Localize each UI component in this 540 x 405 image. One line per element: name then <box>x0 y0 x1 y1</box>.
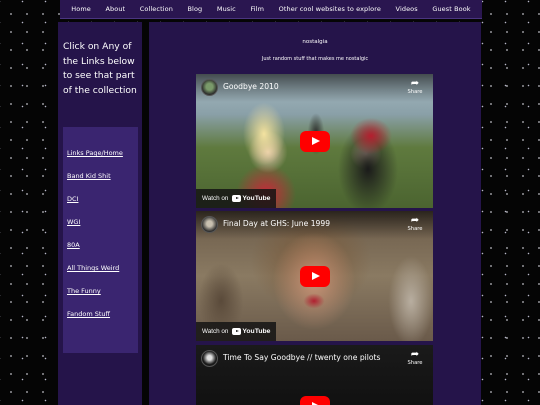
video-embed-1[interactable]: Goodbye 2010 ➦ Share Watch on YouTube <box>196 74 433 208</box>
nav-videos[interactable]: Videos <box>396 5 418 13</box>
top-nav: Home About Collection Blog Music Film Ot… <box>60 0 482 19</box>
nav-guest-book[interactable]: Guest Book <box>432 5 470 13</box>
video-embed-3[interactable]: Time To Say Goodbye // twenty one pilots… <box>196 345 433 405</box>
sidebar-link-weird[interactable]: All Things Weird <box>67 264 119 272</box>
sidebar-link-box: Links Page/Home Band Kid Shit DCI WGI 80… <box>63 127 138 353</box>
youtube-logo-icon: YouTube <box>232 195 270 202</box>
sidebar: Click on Any of the Links below to see t… <box>58 22 142 405</box>
sidebar-link-fandom[interactable]: Fandom Stuff <box>67 310 110 318</box>
channel-avatar-1[interactable] <box>201 79 218 96</box>
sidebar-link-dci[interactable]: DCI <box>67 195 78 203</box>
sidebar-link-funny[interactable]: The Funny <box>67 287 101 295</box>
sidebar-intro-text: Click on Any of the Links below to see t… <box>63 41 137 96</box>
nav-collection[interactable]: Collection <box>140 5 173 13</box>
nav-other-websites[interactable]: Other cool websites to explore <box>279 5 381 13</box>
sidebar-link-band-kid[interactable]: Band Kid Shit <box>67 172 111 180</box>
share-icon: ➦ <box>410 215 420 226</box>
watch-on-youtube-1[interactable]: Watch on YouTube <box>196 189 277 208</box>
share-label-2: Share <box>407 226 423 232</box>
nav-music[interactable]: Music <box>217 5 236 13</box>
nav-about[interactable]: About <box>105 5 125 13</box>
nav-home[interactable]: Home <box>71 5 91 13</box>
video-embed-2[interactable]: Final Day at GHS: June 1999 ➦ Share Watc… <box>196 211 433 341</box>
page-subtitle: Just random stuff that makes me nostalgi… <box>261 56 369 62</box>
share-button-1[interactable]: ➦ Share <box>406 78 424 96</box>
channel-avatar-2[interactable] <box>201 216 218 233</box>
share-label-1: Share <box>407 89 423 95</box>
sidebar-link-home[interactable]: Links Page/Home <box>67 149 123 157</box>
share-icon: ➦ <box>410 349 420 360</box>
watch-on-youtube-2[interactable]: Watch on YouTube <box>196 322 277 341</box>
share-icon: ➦ <box>410 78 420 89</box>
play-button-3[interactable] <box>299 396 330 405</box>
share-button-2[interactable]: ➦ Share <box>406 215 424 233</box>
youtube-logo-icon: YouTube <box>232 328 270 335</box>
main-panel: nostalgia Just random stuff that makes m… <box>149 22 481 405</box>
video-title-1[interactable]: Goodbye 2010 <box>223 82 279 91</box>
channel-avatar-3[interactable] <box>201 350 218 367</box>
video-title-3[interactable]: Time To Say Goodbye // twenty one pilots <box>223 353 380 362</box>
share-button-3[interactable]: ➦ Share <box>406 349 424 367</box>
play-button-2[interactable] <box>299 265 330 287</box>
play-button-1[interactable] <box>299 130 330 152</box>
video-title-2[interactable]: Final Day at GHS: June 1999 <box>223 219 330 228</box>
sidebar-link-80a[interactable]: 80A <box>67 241 80 249</box>
nav-film[interactable]: Film <box>250 5 264 13</box>
sidebar-link-wgi[interactable]: WGI <box>67 218 80 226</box>
page-title: nostalgia <box>302 39 328 45</box>
nav-blog[interactable]: Blog <box>188 5 203 13</box>
share-label-3: Share <box>407 360 423 366</box>
